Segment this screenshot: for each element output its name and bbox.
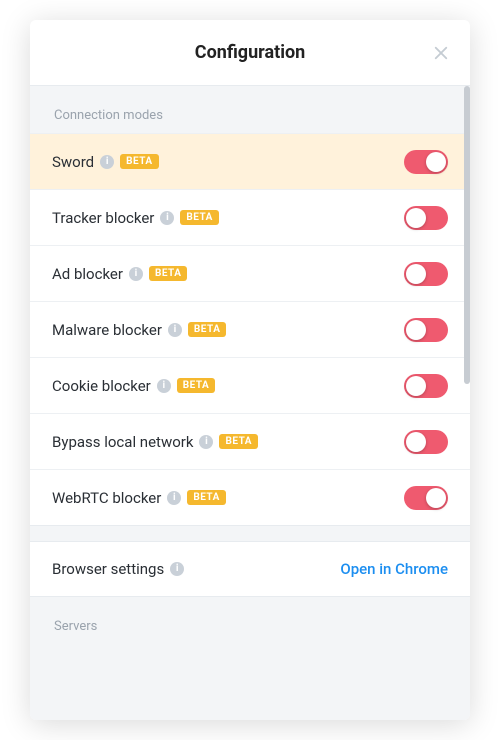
beta-badge: BETA [180, 210, 219, 225]
row-left: Malware blocker i BETA [52, 321, 226, 339]
row-left: Cookie blocker i BETA [52, 377, 215, 395]
close-button[interactable] [426, 38, 456, 68]
toggle-malware-blocker[interactable] [404, 318, 448, 342]
toggle-knob [406, 320, 426, 340]
toggle-knob [426, 488, 446, 508]
info-icon[interactable]: i [157, 379, 171, 393]
toggle-knob [406, 376, 426, 396]
info-icon[interactable]: i [100, 155, 114, 169]
beta-badge: BETA [149, 266, 188, 281]
row-ad-blocker: Ad blocker i BETA [30, 245, 470, 301]
toggle-knob [406, 264, 426, 284]
row-browser-settings: Browser settings i Open in Chrome [30, 541, 470, 597]
toggle-knob [426, 152, 446, 172]
row-left: Sword i BETA [52, 153, 159, 171]
row-cookie-blocker: Cookie blocker i BETA [30, 357, 470, 413]
toggle-ad-blocker[interactable] [404, 262, 448, 286]
page-title: Configuration [195, 42, 305, 63]
panel-body: Connection modes Sword i BETA Tracker bl… [30, 86, 470, 720]
open-in-chrome-link[interactable]: Open in Chrome [340, 560, 448, 578]
info-icon[interactable]: i [167, 491, 181, 505]
close-icon [432, 44, 450, 62]
toggle-bypass-local-network[interactable] [404, 430, 448, 454]
row-label-bypass: Bypass local network [52, 433, 193, 451]
row-left: WebRTC blocker i BETA [52, 489, 226, 507]
row-left: Ad blocker i BETA [52, 265, 187, 283]
row-label-webrtc: WebRTC blocker [52, 489, 161, 507]
section-divider [30, 525, 470, 541]
row-webrtc-blocker: WebRTC blocker i BETA [30, 469, 470, 525]
scrollbar-thumb[interactable] [464, 86, 470, 384]
toggle-cookie-blocker[interactable] [404, 374, 448, 398]
beta-badge: BETA [120, 154, 159, 169]
panel-header: Configuration [30, 20, 470, 86]
beta-badge: BETA [188, 322, 227, 337]
row-malware-blocker: Malware blocker i BETA [30, 301, 470, 357]
toggle-knob [406, 208, 426, 228]
section-header-servers: Servers [30, 597, 470, 644]
row-left: Browser settings i [52, 560, 184, 578]
info-icon[interactable]: i [170, 562, 184, 576]
info-icon[interactable]: i [129, 267, 143, 281]
beta-badge: BETA [187, 490, 226, 505]
row-label-browser: Browser settings [52, 560, 164, 578]
toggle-tracker-blocker[interactable] [404, 206, 448, 230]
row-label-tracker: Tracker blocker [52, 209, 154, 227]
toggle-sword[interactable] [404, 150, 448, 174]
row-label-ad: Ad blocker [52, 265, 123, 283]
row-label-malware: Malware blocker [52, 321, 162, 339]
row-left: Bypass local network i BETA [52, 433, 258, 451]
row-sword: Sword i BETA [30, 133, 470, 189]
row-left: Tracker blocker i BETA [52, 209, 219, 227]
row-bypass-local-network: Bypass local network i BETA [30, 413, 470, 469]
section-header-connection-modes: Connection modes [30, 86, 470, 133]
row-label-sword: Sword [52, 153, 94, 171]
row-tracker-blocker: Tracker blocker i BETA [30, 189, 470, 245]
beta-badge: BETA [177, 378, 216, 393]
toggle-webrtc-blocker[interactable] [404, 486, 448, 510]
info-icon[interactable]: i [160, 211, 174, 225]
info-icon[interactable]: i [168, 323, 182, 337]
row-label-cookie: Cookie blocker [52, 377, 151, 395]
info-icon[interactable]: i [199, 435, 213, 449]
configuration-panel: Configuration Connection modes Sword i B… [30, 20, 470, 720]
toggle-knob [406, 432, 426, 452]
beta-badge: BETA [219, 434, 258, 449]
